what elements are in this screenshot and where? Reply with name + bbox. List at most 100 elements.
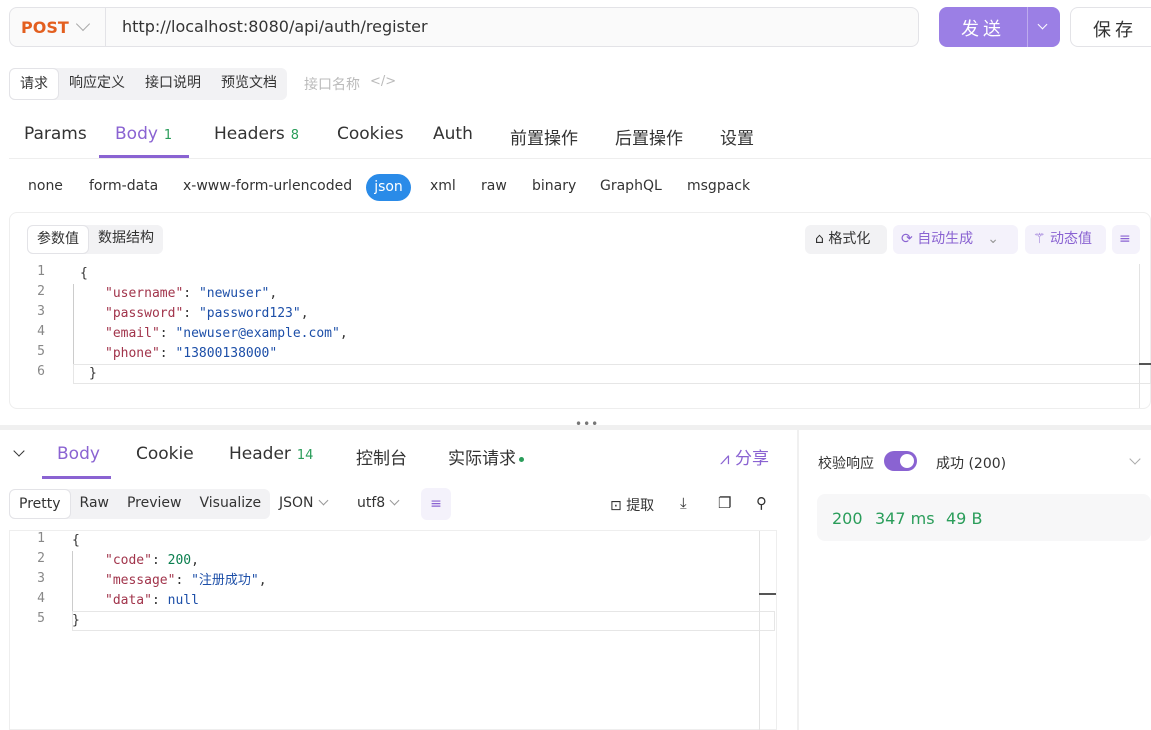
send-button[interactable]: 发送 xyxy=(939,7,1060,47)
format-button[interactable]: ⌂ 格式化 xyxy=(805,225,887,254)
resp-tab-body[interactable]: Body xyxy=(57,444,100,464)
tab-pre-ops[interactable]: 前置操作 xyxy=(510,124,578,149)
chevron-down-icon xyxy=(389,495,400,506)
code-close-brace[interactable]: } xyxy=(89,364,97,384)
tab-params-label: Params xyxy=(24,124,87,144)
method-select[interactable]: POST xyxy=(10,8,106,46)
url-input[interactable]: http://localhost:8080/api/auth/register xyxy=(122,8,428,46)
send-label: 发送 xyxy=(961,19,1005,40)
tab-cookies[interactable]: Cookies xyxy=(337,124,404,144)
resp-tab-header[interactable]: Header 14 xyxy=(229,444,313,464)
scrollbar-marker xyxy=(1139,363,1151,365)
code-open-brace[interactable]: { xyxy=(72,531,80,551)
bodytype-json[interactable]: json xyxy=(366,174,411,201)
chevron-down-icon xyxy=(75,16,91,32)
bodytype-none[interactable]: none xyxy=(28,178,63,194)
view-tab-raw[interactable]: Raw xyxy=(71,489,118,519)
tab-post-ops-label: 后置操作 xyxy=(615,129,683,149)
code-line[interactable]: "message": "注册成功", xyxy=(105,571,267,591)
chevron-down-icon[interactable] xyxy=(1129,453,1141,465)
bodytype-graphql[interactable]: GraphQL xyxy=(600,178,662,194)
format-select[interactable]: JSON xyxy=(279,495,328,511)
subtab-api-doc[interactable]: 接口说明 xyxy=(135,68,211,100)
tab-body-count: 1 xyxy=(163,128,173,143)
resp-tab-header-label: Header xyxy=(229,444,291,464)
bodytype-binary[interactable]: binary xyxy=(532,178,576,194)
subtab-preview-doc[interactable]: 预览文档 xyxy=(211,68,287,100)
tab-auth[interactable]: Auth xyxy=(433,124,473,144)
bodytype-raw[interactable]: raw xyxy=(481,178,507,194)
code-line[interactable]: "phone": "13800138000" xyxy=(105,344,277,364)
line-number: 3 xyxy=(37,571,45,586)
vertical-splitter[interactable] xyxy=(797,430,799,730)
json-key: "message" xyxy=(105,573,176,588)
resp-tab-cookie[interactable]: Cookie xyxy=(136,444,194,464)
subtab-request[interactable]: 请求 xyxy=(9,68,59,100)
response-status[interactable]: 成功 (200) xyxy=(936,453,1006,473)
bodytype-msgpack[interactable]: msgpack xyxy=(687,178,750,194)
code-line[interactable]: "username": "newuser", xyxy=(105,284,277,304)
code-icon[interactable]: </> xyxy=(370,74,396,89)
tab-settings[interactable]: 设置 xyxy=(720,124,754,149)
tab-headers[interactable]: Headers 8 xyxy=(214,124,299,144)
active-resp-tab-underline xyxy=(42,476,111,479)
search-icon[interactable]: ⚲ xyxy=(756,494,767,512)
wrap-lines-button[interactable]: ≡ xyxy=(1112,225,1140,254)
bodytype-form-data[interactable]: form-data xyxy=(89,178,158,194)
code-line[interactable]: "data": null xyxy=(105,591,199,611)
format-select-value: JSON xyxy=(279,495,314,511)
tab-post-ops[interactable]: 后置操作 xyxy=(615,124,683,149)
drag-handle-icon[interactable]: ••• xyxy=(575,417,599,431)
code-open-brace[interactable]: { xyxy=(80,264,88,284)
api-name-input[interactable]: 接口名称 xyxy=(304,74,360,94)
wrap-icon: ≡ xyxy=(1119,231,1131,247)
refresh-icon: ⟳ xyxy=(901,231,913,247)
wrap-lines-button[interactable]: ≡ xyxy=(421,488,451,520)
bodytype-xml[interactable]: xml xyxy=(430,178,456,194)
json-key: "email" xyxy=(105,326,160,341)
tab-body[interactable]: Body 1 xyxy=(115,124,172,144)
json-value: null xyxy=(167,593,199,608)
save-label: 保存 xyxy=(1093,20,1137,41)
line-number: 4 xyxy=(37,591,45,606)
resp-tab-actual-request[interactable]: 实际请求 xyxy=(448,444,524,469)
editor-tab-schema[interactable]: 数据结构 xyxy=(89,225,163,254)
tab-body-label: Body xyxy=(115,124,158,144)
send-options-chevron-icon[interactable] xyxy=(1037,19,1048,30)
bodytype-urlencoded[interactable]: x-www-form-urlencoded xyxy=(183,178,352,194)
code-line[interactable]: "email": "newuser@example.com", xyxy=(105,324,348,344)
scrollbar-marker xyxy=(759,593,776,595)
json-value: 200 xyxy=(167,553,192,568)
collapse-chevron-icon[interactable] xyxy=(13,445,25,457)
code-line[interactable]: "password": "password123", xyxy=(105,304,309,324)
editor-scrollbar[interactable] xyxy=(1139,264,1140,408)
encoding-select[interactable]: utf8 xyxy=(357,495,400,511)
tab-params[interactable]: Params xyxy=(24,124,87,144)
code-line[interactable]: "code": 200, xyxy=(105,551,199,571)
subtab-response-def[interactable]: 响应定义 xyxy=(59,68,135,100)
tab-settings-label: 设置 xyxy=(720,129,754,149)
auto-generate-button[interactable]: ⟳ 自动生成 ⌄ xyxy=(893,225,1018,254)
dynamic-value-button[interactable]: ⚚ 动态值 xyxy=(1025,225,1106,254)
json-key: "data" xyxy=(105,593,152,608)
download-icon[interactable]: ⤓ xyxy=(680,494,687,512)
extract-button[interactable]: ⊡ 提取 xyxy=(610,495,654,515)
copy-icon[interactable]: ❐ xyxy=(718,494,731,512)
share-icon: ⩘ xyxy=(720,449,730,469)
response-scrollbar[interactable] xyxy=(759,531,760,730)
view-tab-visualize[interactable]: Visualize xyxy=(190,489,270,519)
save-button[interactable]: 保存 xyxy=(1070,7,1151,47)
editor-tab-values[interactable]: 参数值 xyxy=(27,225,89,254)
resp-tab-console[interactable]: 控制台 xyxy=(356,444,407,469)
chevron-down-icon[interactable]: ⌄ xyxy=(987,231,999,247)
code-close-brace[interactable]: } xyxy=(72,611,80,631)
verify-response-toggle[interactable] xyxy=(884,451,917,471)
tab-headers-label: Headers xyxy=(214,124,285,144)
view-tab-preview[interactable]: Preview xyxy=(118,489,191,519)
view-tab-pretty[interactable]: Pretty xyxy=(9,489,71,519)
indent-guide xyxy=(72,551,73,611)
share-label: 分享 xyxy=(735,449,769,469)
json-sep: , xyxy=(339,326,348,341)
share-button[interactable]: ⩘ 分享 xyxy=(720,444,769,469)
line-number: 2 xyxy=(37,551,45,566)
